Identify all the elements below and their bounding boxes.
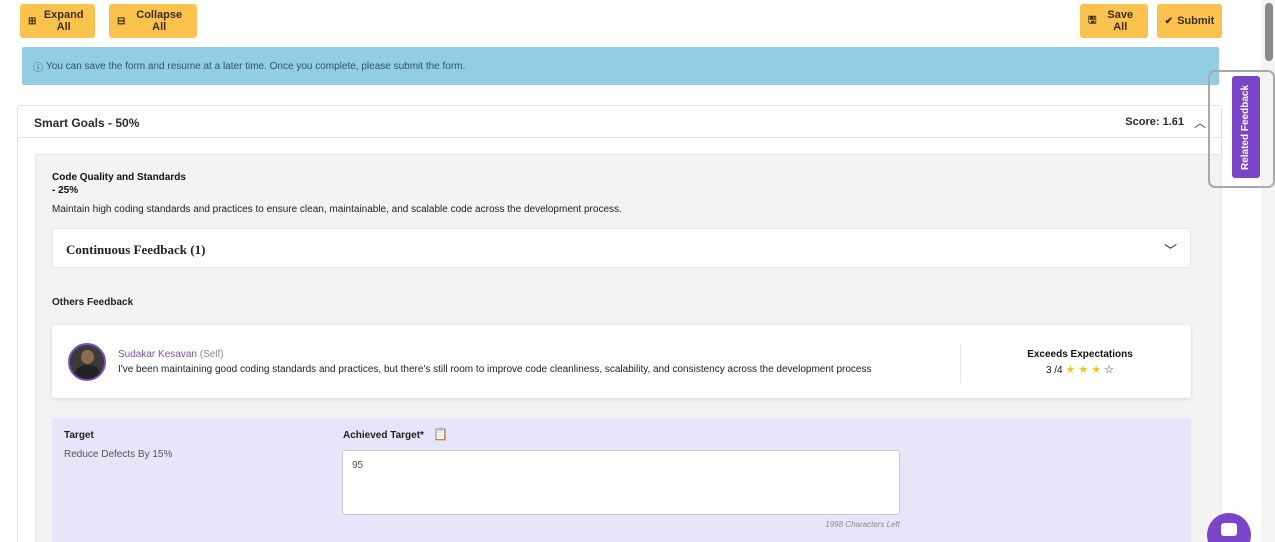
rating-stars: ★ ★ ★ ☆ (1065, 364, 1115, 376)
check-circle-icon: ✔ (1164, 15, 1174, 27)
goal-title: Code Quality and Standards - 25% (52, 171, 186, 197)
continuous-feedback-accordion[interactable]: Continuous Feedback (1) ﹀ (52, 228, 1191, 268)
smart-goals-header[interactable]: Smart Goals - 50% Score: 1.61 ︿ (18, 106, 1221, 138)
feedback-author-role: (Self) (199, 349, 224, 360)
characters-left: 1998 Characters Left (825, 520, 900, 529)
chevron-down-icon[interactable]: ﹀ (1164, 240, 1177, 259)
goal-card: Code Quality and Standards - 25% Maintai… (35, 154, 1222, 542)
others-feedback-label: Others Feedback (52, 297, 134, 308)
smart-goals-panel: Smart Goals - 50% Score: 1.61 ︿ Code Qua… (17, 105, 1222, 542)
submit-label: Submit (1177, 15, 1215, 27)
collapse-all-button[interactable]: ⊟ Collapse All (109, 4, 197, 38)
rating-label: Exceeds Expectations (1027, 349, 1133, 360)
goal-title-line2: - 25% (52, 185, 79, 196)
collapse-all-label: Collapse All (136, 9, 183, 33)
related-feedback-label: Related Feedback (1240, 84, 1252, 170)
achieved-target-input[interactable] (342, 450, 900, 515)
achieved-target-label: Achieved Target* (343, 430, 424, 441)
page: ⊞ Expand All ⊟ Collapse All 🖫 Save All ✔… (0, 0, 1275, 542)
rating-row: 3 /4 ★ ★ ★ ☆ (970, 363, 1190, 376)
related-feedback-tab[interactable]: Related Feedback (1232, 76, 1260, 178)
feedback-author-name: Sudakar Kesavan (118, 349, 197, 360)
submit-button[interactable]: ✔ Submit (1157, 4, 1222, 38)
feedback-item: Sudakar Kesavan (Self) I've been maintai… (52, 325, 1191, 398)
star-filled-icon: ★ (1065, 364, 1076, 376)
section-score: Score: 1.61 (1125, 116, 1184, 128)
clipboard-icon[interactable]: 📋 (433, 427, 448, 441)
star-filled-icon: ★ (1075, 364, 1089, 376)
expand-icon: ⊞ (28, 15, 37, 27)
scrollbar-thumb[interactable] (1265, 3, 1273, 61)
chat-icon (1221, 523, 1237, 536)
target-value: Reduce Defects By 15% (64, 449, 173, 460)
chevron-up-icon[interactable]: ︿ (1194, 114, 1206, 131)
avatar (68, 343, 106, 381)
goal-description: Maintain high coding standards and pract… (52, 204, 622, 215)
goal-title-line1: Code Quality and Standards (52, 172, 186, 183)
section-title: Smart Goals - 50% (34, 116, 140, 130)
expand-all-label: Expand All (43, 9, 84, 33)
collapse-icon: ⊟ (117, 15, 126, 27)
save-all-button[interactable]: 🖫 Save All (1080, 4, 1148, 38)
target-label: Target (64, 430, 94, 441)
save-icon: 🖫 (1088, 14, 1097, 26)
feedback-author: Sudakar Kesavan (Self) (118, 349, 224, 360)
save-all-label: Save All (1107, 9, 1134, 33)
info-alert-text: You can save the form and resume at a la… (46, 60, 466, 72)
feedback-text: I've been maintaining good coding standa… (118, 364, 872, 375)
star-filled-icon: ★ (1088, 364, 1102, 376)
info-icon: ⓘ (33, 62, 43, 74)
divider (960, 343, 961, 383)
info-alert: ⓘ You can save the form and resume at a … (22, 47, 1219, 85)
star-empty-icon: ☆ (1101, 364, 1115, 376)
target-section: Target Reduce Defects By 15% Achieved Ta… (52, 418, 1191, 542)
continuous-feedback-title: Continuous Feedback (1) (66, 242, 206, 257)
rating-text: 3 /4 (1045, 365, 1063, 376)
expand-all-button[interactable]: ⊞ Expand All (20, 4, 95, 38)
